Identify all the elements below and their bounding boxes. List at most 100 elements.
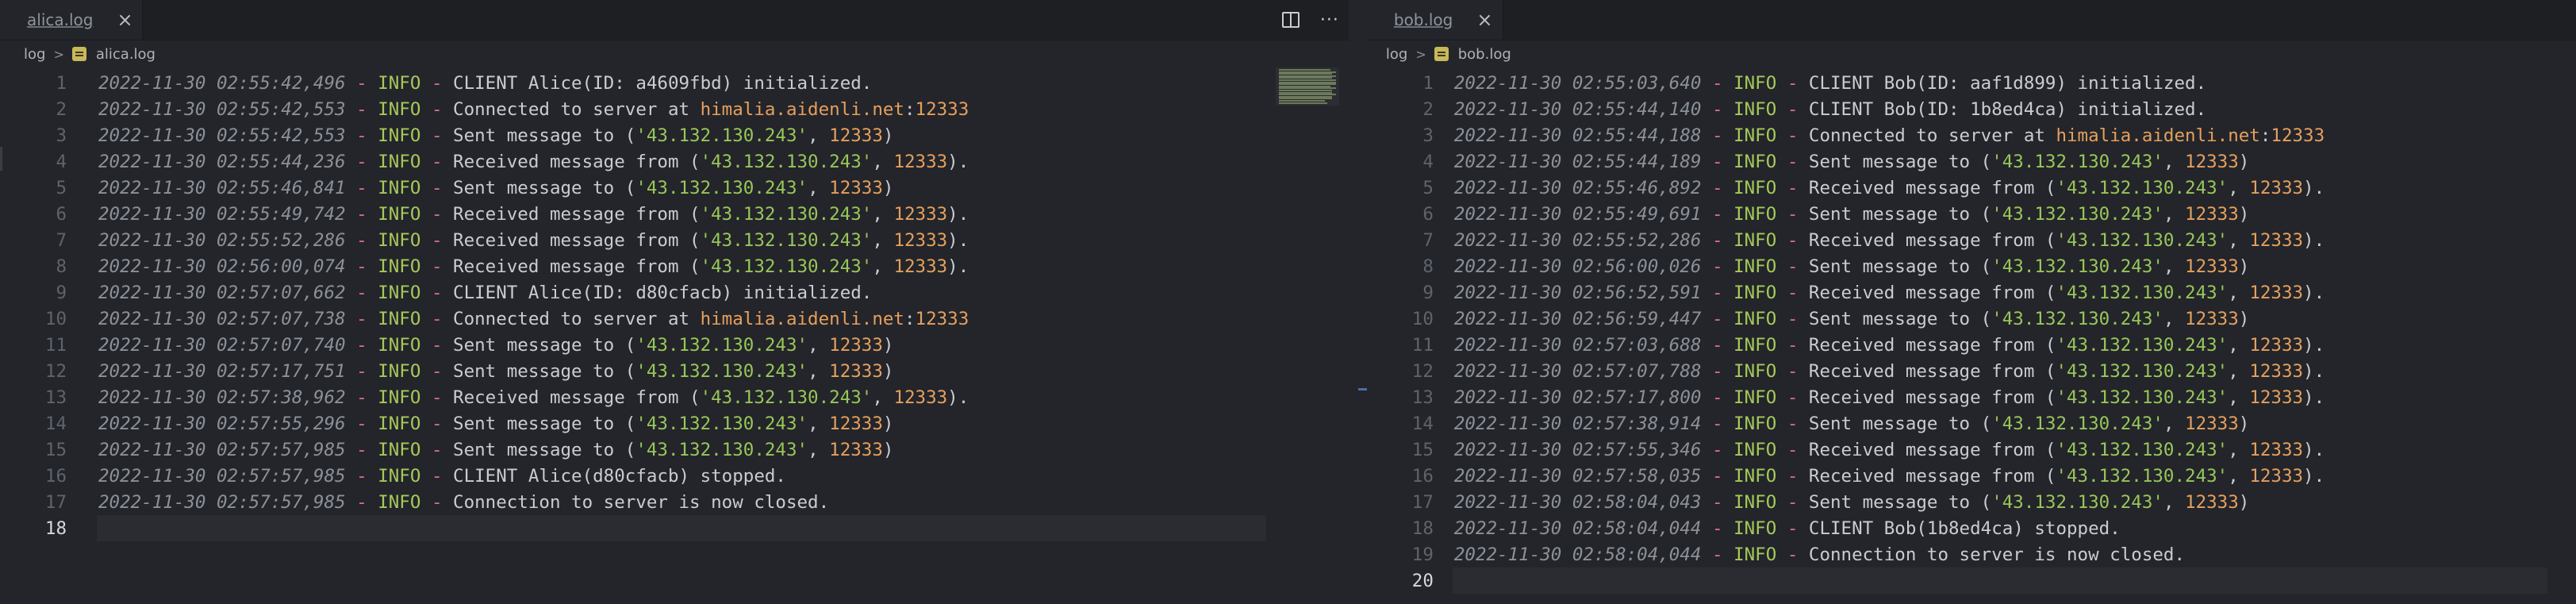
log-file-icon xyxy=(1434,47,1449,61)
code-editor[interactable]: 1 2022-11-30 02:55:03,640 - INFO - CLIENT… xyxy=(1367,70,2576,604)
code-line[interactable]: 1 2022-11-30 02:55:03,640 - INFO - CLIENT… xyxy=(1367,70,2576,96)
token-txt: , xyxy=(808,360,830,382)
current-line-highlight xyxy=(97,515,1266,541)
token-dash: - xyxy=(431,151,443,172)
code-line[interactable]: 8 2022-11-30 02:56:00,074 - INFO - Receiv… xyxy=(0,253,1349,279)
token-lvl: INFO xyxy=(1733,413,1777,434)
token-dash: - xyxy=(356,465,367,487)
code-line[interactable]: 6 2022-11-30 02:55:49,691 - INFO - Sent m… xyxy=(1367,201,2576,227)
token-dash: - xyxy=(1787,256,1799,277)
token-dash: - xyxy=(1711,387,1723,408)
token-dash: - xyxy=(1711,282,1723,303)
code-line[interactable]: 8 2022-11-30 02:56:00,026 - INFO - Sent m… xyxy=(1367,253,2576,279)
code-line[interactable]: 13 2022-11-30 02:57:17,800 - INFO - Recei… xyxy=(1367,384,2576,410)
token-lvl: INFO xyxy=(378,465,421,487)
line-text: 2022-11-30 02:55:52,286 - INFO - Receive… xyxy=(1454,230,2325,251)
code-line[interactable]: 10 2022-11-30 02:56:59,447 - INFO - Sent … xyxy=(1367,306,2576,332)
current-line[interactable]: 20 xyxy=(1367,567,2576,594)
code-line[interactable]: 11 2022-11-30 02:57:03,688 - INFO - Recei… xyxy=(1367,332,2576,358)
code-line[interactable]: 4 2022-11-30 02:55:44,236 - INFO - Receiv… xyxy=(0,148,1349,175)
token-txt: ) xyxy=(2238,256,2250,277)
breadcrumb-folder[interactable]: log xyxy=(24,46,45,63)
token-dash: - xyxy=(1787,387,1799,408)
token-lvl: INFO xyxy=(1733,491,1777,513)
code-line[interactable]: 7 2022-11-30 02:55:52,286 - INFO - Receiv… xyxy=(1367,227,2576,253)
line-number: 11 xyxy=(1411,334,1434,356)
current-line[interactable]: 18 xyxy=(0,515,1349,541)
token-txt: , xyxy=(872,203,894,225)
breadcrumb-file[interactable]: alica.log xyxy=(96,46,155,63)
tab-alica-log[interactable]: alica.log × xyxy=(0,0,143,40)
split-editor-icon[interactable] xyxy=(1281,12,1300,28)
code-line[interactable]: 1 2022-11-30 02:55:42,496 - INFO - CLIENT… xyxy=(0,70,1349,96)
code-line[interactable]: 17 2022-11-30 02:58:04,043 - INFO - Sent … xyxy=(1367,489,2576,515)
code-line[interactable]: 16 2022-11-30 02:57:58,035 - INFO - Recei… xyxy=(1367,463,2576,489)
code-line[interactable]: 18 2022-11-30 02:58:04,044 - INFO - CLIEN… xyxy=(1367,515,2576,541)
line-text: 2022-11-30 02:55:44,188 - INFO - Connect… xyxy=(1454,125,2325,146)
code-line[interactable]: 12 2022-11-30 02:57:07,788 - INFO - Recei… xyxy=(1367,358,2576,384)
code-line[interactable]: 2 2022-11-30 02:55:44,140 - INFO - CLIENT… xyxy=(1367,96,2576,122)
token-ts: 2022-11-30 02:57:07,662 xyxy=(98,282,346,303)
code-line[interactable]: 13 2022-11-30 02:57:38,962 - INFO - Recei… xyxy=(0,384,1349,410)
token-lvl: INFO xyxy=(1733,203,1777,225)
line-number: 6 xyxy=(56,203,67,225)
more-actions-icon[interactable]: ··· xyxy=(1320,10,1339,30)
line-number: 12 xyxy=(44,360,67,382)
code-line[interactable]: 9 2022-11-30 02:56:52,591 - INFO - Receiv… xyxy=(1367,279,2576,306)
code-line[interactable]: 15 2022-11-30 02:57:55,346 - INFO - Recei… xyxy=(1367,437,2576,463)
code-line[interactable]: 15 2022-11-30 02:57:57,985 - INFO - Sent … xyxy=(0,437,1349,463)
token-txt: ) xyxy=(2238,203,2250,225)
breadcrumb-folder[interactable]: log xyxy=(1386,46,1407,63)
token-num: 12333 xyxy=(2185,256,2239,277)
token-dash: - xyxy=(431,203,443,225)
token-num: 12333 xyxy=(893,203,948,225)
code-line[interactable]: 7 2022-11-30 02:55:52,286 - INFO - Receiv… xyxy=(0,227,1349,253)
code-line[interactable]: 4 2022-11-30 02:55:44,189 - INFO - Sent m… xyxy=(1367,148,2576,175)
code-line[interactable]: 19 2022-11-30 02:58:04,044 - INFO - Conne… xyxy=(1367,541,2576,567)
code-line[interactable]: 14 2022-11-30 02:57:55,296 - INFO - Sent … xyxy=(0,410,1349,437)
token-ts: 2022-11-30 02:57:55,296 xyxy=(98,413,346,434)
tab-bob-log[interactable]: bob.log × xyxy=(1366,0,1503,40)
token-txt: , xyxy=(2228,282,2250,303)
code-line[interactable]: 2 2022-11-30 02:55:42,553 - INFO - Connec… xyxy=(0,96,1349,122)
token-str: '43.132.130.243' xyxy=(700,203,873,225)
line-number: 5 xyxy=(1422,177,1434,198)
token-host: himalia.aidenli.net xyxy=(700,308,904,329)
token-dash: - xyxy=(1787,282,1799,303)
code-line[interactable]: 10 2022-11-30 02:57:07,738 - INFO - Conne… xyxy=(0,306,1349,332)
code-line[interactable]: 16 2022-11-30 02:57:57,985 - INFO - CLIEN… xyxy=(0,463,1349,489)
line-number: 17 xyxy=(44,491,67,513)
code-line[interactable]: 12 2022-11-30 02:57:17,751 - INFO - Sent … xyxy=(0,358,1349,384)
close-icon[interactable]: × xyxy=(1476,10,1492,29)
code-line[interactable]: 6 2022-11-30 02:55:49,742 - INFO - Receiv… xyxy=(0,201,1349,227)
code-line[interactable]: 3 2022-11-30 02:55:42,553 - INFO - Sent m… xyxy=(0,122,1349,148)
token-dash: - xyxy=(431,308,443,329)
token-txt: ) xyxy=(882,439,894,460)
token-num: 12333 xyxy=(2249,439,2304,460)
code-line[interactable]: 17 2022-11-30 02:57:57,985 - INFO - Conne… xyxy=(0,489,1349,515)
token-txt: , xyxy=(2163,491,2186,513)
close-icon[interactable]: × xyxy=(117,10,132,29)
token-dash: - xyxy=(431,256,443,277)
token-txt: CLIENT Alice(ID: d80cfacb) initialized. xyxy=(442,282,873,303)
code-line[interactable]: 14 2022-11-30 02:57:38,914 - INFO - Sent … xyxy=(1367,410,2576,437)
code-line[interactable]: 5 2022-11-30 02:55:46,841 - INFO - Sent m… xyxy=(0,175,1349,201)
code-line[interactable]: 5 2022-11-30 02:55:46,892 - INFO - Receiv… xyxy=(1367,175,2576,201)
code-line[interactable]: 3 2022-11-30 02:55:44,188 - INFO - Connec… xyxy=(1367,122,2576,148)
editor-group-left: alica.log × ··· log > alica.log 1 2022-11… xyxy=(0,0,1349,604)
code-editor[interactable]: 1 2022-11-30 02:55:42,496 - INFO - CLIENT… xyxy=(0,70,1349,604)
breadcrumb-file[interactable]: bob.log xyxy=(1458,46,1511,63)
token-num: 12333 xyxy=(2249,177,2304,198)
token-str: '43.132.130.243' xyxy=(1991,203,2163,225)
code-line[interactable]: 9 2022-11-30 02:57:07,662 - INFO - CLIENT… xyxy=(0,279,1349,306)
line-text: 2022-11-30 02:55:03,640 - INFO - CLIENT … xyxy=(1454,73,2206,94)
code-line[interactable]: 11 2022-11-30 02:57:07,740 - INFO - Sent … xyxy=(0,332,1349,358)
minimap[interactable] xyxy=(1276,67,1339,106)
